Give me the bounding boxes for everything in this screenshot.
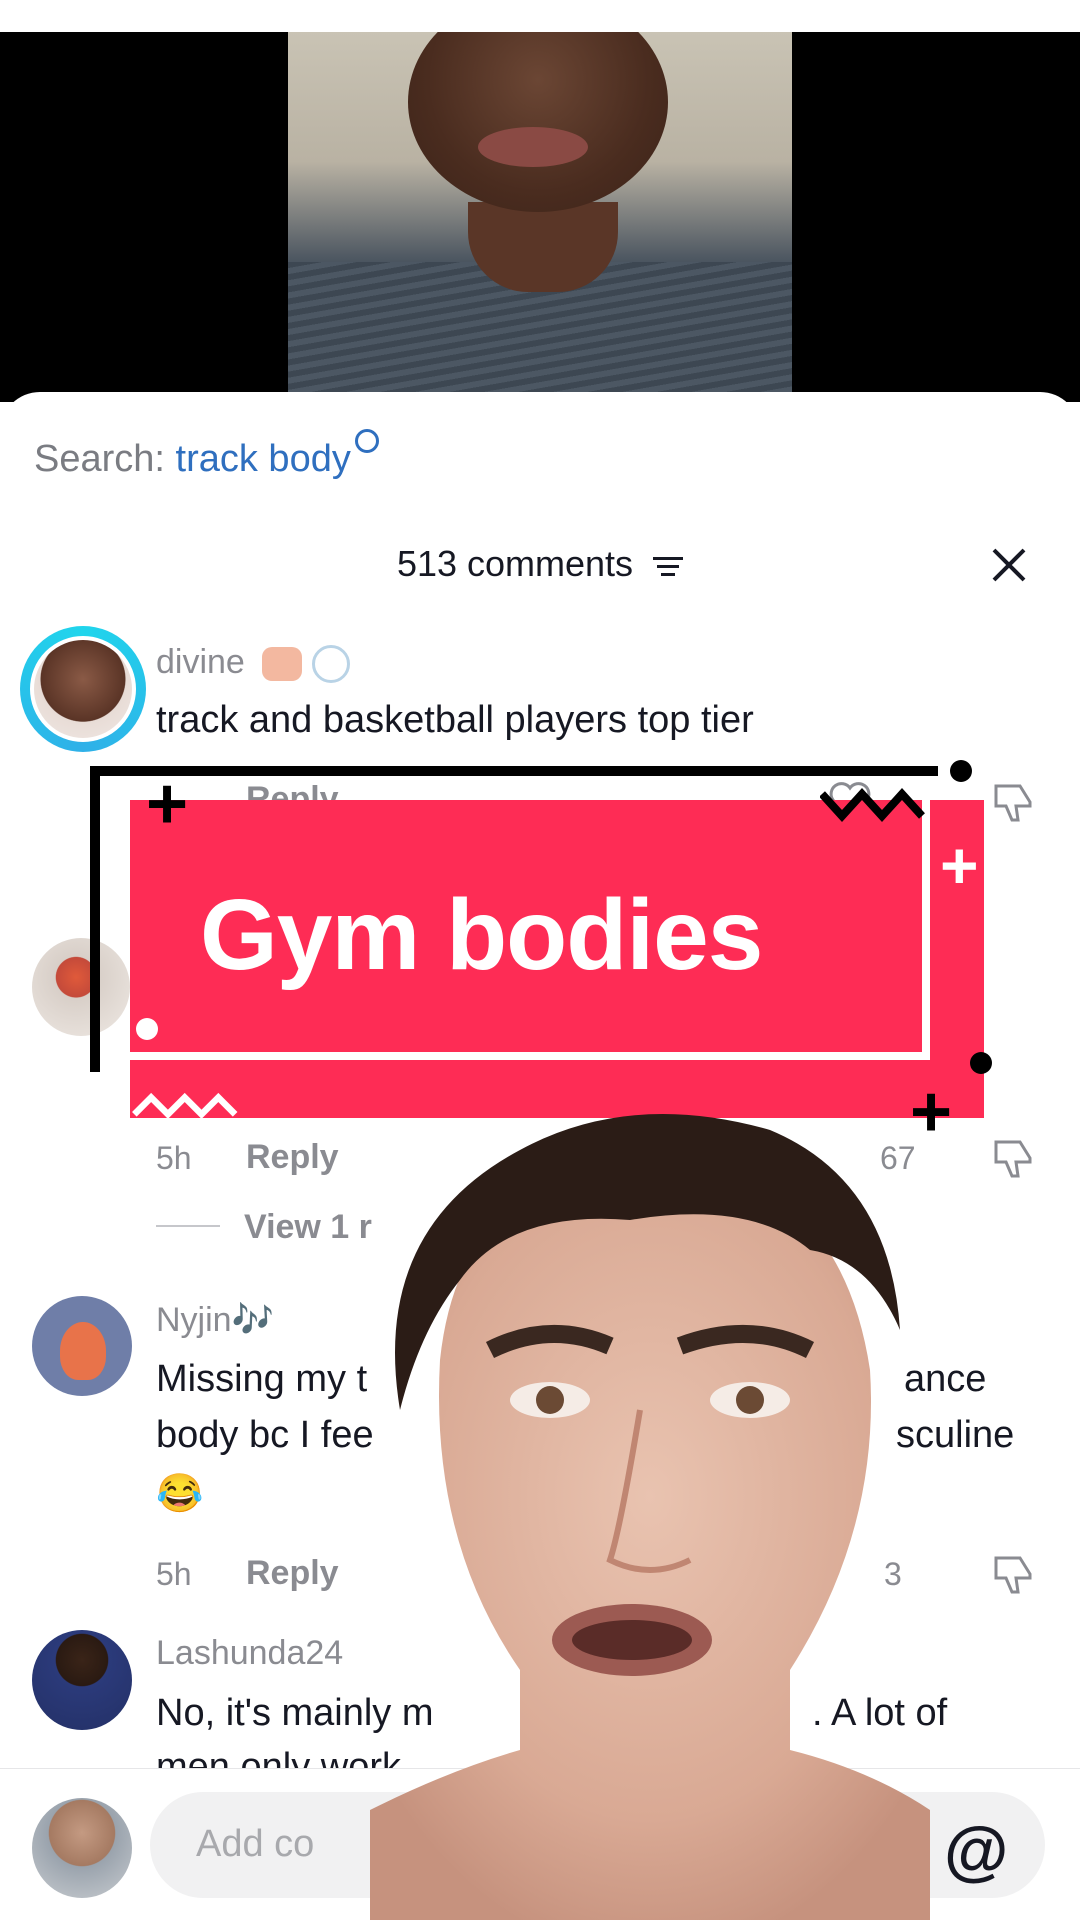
divider-line	[156, 1225, 220, 1227]
plus-decoration-icon: +	[146, 764, 189, 844]
video-neck	[468, 202, 618, 292]
comments-header: 513 comments	[0, 543, 1080, 585]
comment-text: track and basketball players top tier	[156, 699, 754, 741]
zigzag-decoration-icon	[820, 788, 925, 822]
search-icon	[354, 429, 379, 453]
comment-input-placeholder: Add co	[196, 1823, 315, 1865]
reply-button[interactable]: Reply	[246, 1138, 339, 1177]
comment-text: Missing my t	[156, 1358, 368, 1400]
video-face	[408, 32, 668, 212]
comment-username[interactable]: Lashunda24	[156, 1634, 343, 1673]
mention-icon[interactable]: @	[944, 1812, 1008, 1888]
search-label: Search:	[34, 438, 165, 480]
dislike-icon[interactable]	[988, 776, 1038, 826]
bubbles-icon	[311, 645, 350, 684]
creator-face-overlay	[370, 1114, 930, 1920]
avatar-mascot	[60, 1322, 106, 1380]
comment-text: men only work	[156, 1746, 401, 1768]
search-query[interactable]: track body	[176, 438, 351, 480]
video-lips	[478, 127, 588, 167]
view-replies-button[interactable]: View 1 r	[244, 1208, 372, 1247]
zigzag-decoration-icon	[132, 1092, 238, 1118]
comment-text: body bc I fee	[156, 1414, 374, 1456]
reply-button[interactable]: Reply	[246, 1554, 339, 1593]
laughing-emoji-icon: 😂	[156, 1473, 204, 1515]
user-avatar[interactable]	[32, 1798, 132, 1898]
search-suggestion[interactable]: Search: track body	[34, 429, 379, 481]
comment-time: 5h	[156, 1556, 192, 1592]
sort-filter-icon[interactable]	[653, 552, 684, 581]
comment-username[interactable]: Nyjin🎶	[156, 1300, 274, 1340]
close-icon[interactable]	[984, 540, 1034, 590]
plus-decoration-icon: +	[940, 828, 979, 902]
avatar-image	[30, 636, 136, 742]
dot-decoration	[950, 760, 972, 782]
comment-username[interactable]: divine	[156, 643, 350, 684]
clap-emoji-icon	[262, 647, 303, 682]
comment-time: 5h	[156, 1140, 192, 1176]
banner-title: Gym bodies	[200, 879, 763, 991]
dot-decoration	[970, 1052, 992, 1074]
avatar[interactable]	[32, 1630, 132, 1730]
dot-decoration	[136, 1018, 158, 1040]
dislike-icon[interactable]	[988, 1132, 1038, 1182]
background-video-frame	[288, 32, 792, 402]
comment-count: 513 comments	[396, 543, 634, 584]
dislike-icon[interactable]	[988, 1548, 1038, 1598]
